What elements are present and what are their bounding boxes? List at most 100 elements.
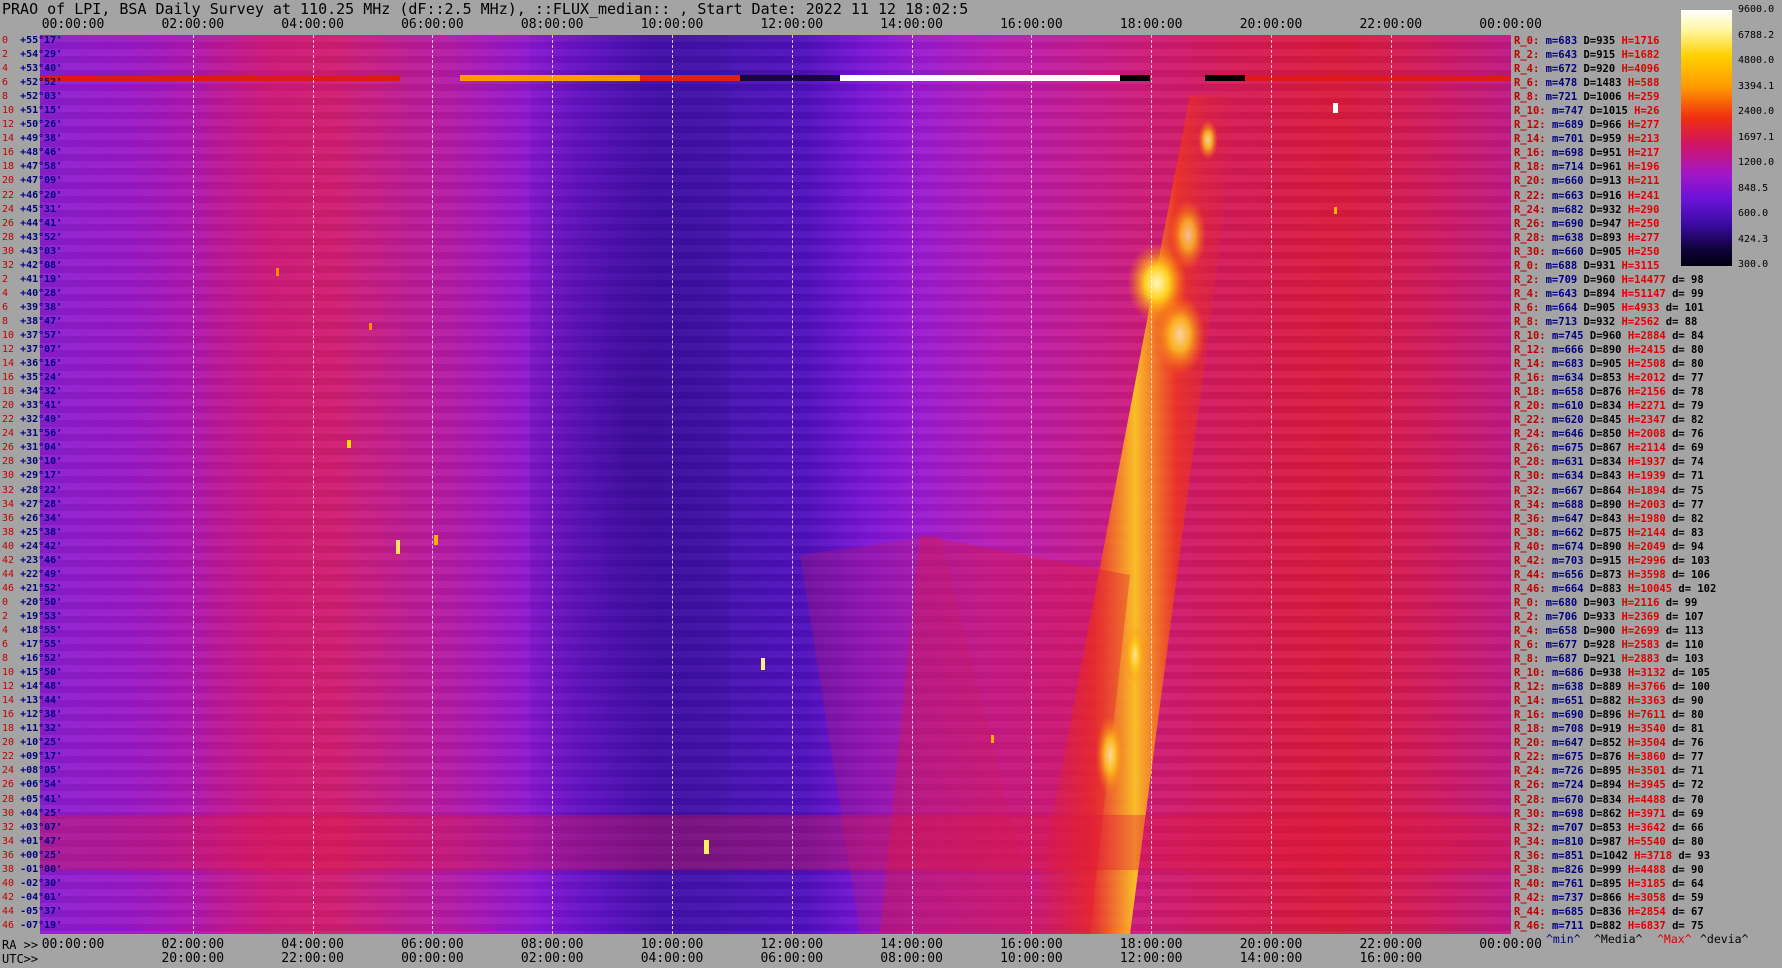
stats-m: m=685: [1551, 905, 1590, 918]
stats-r: R_10:: [1514, 667, 1552, 680]
declination-value: +11°32': [20, 723, 63, 735]
stats-m: m=610: [1551, 400, 1590, 413]
declination-row: 34 +01°47': [2, 836, 62, 847]
stats-row: R_14: m=701 D=959 H=213: [1514, 132, 1672, 146]
declination-row: 10 +15°50': [2, 667, 62, 678]
colorbar-tick: 3394.1: [1738, 80, 1775, 92]
stats-row: R_8: m=721 D=1006 H=259: [1514, 90, 1672, 104]
row-index: 34: [2, 835, 21, 847]
declination-row: 4 +18°55': [2, 625, 62, 636]
stats-row: R_26: m=690 D=947 H=250: [1514, 217, 1672, 231]
stats-h: H=250: [1627, 217, 1666, 230]
stats-h: H=250: [1627, 245, 1666, 258]
row-index: 10: [2, 329, 21, 341]
declination-value: +16°52': [20, 653, 63, 665]
ra-axis-label: RA >>: [2, 938, 39, 952]
stats-row: R_12: m=638 D=889 H=3766 d= 100: [1514, 680, 1716, 694]
stats-d: D=834: [1589, 400, 1628, 413]
stats-m: m=688: [1551, 498, 1590, 511]
stats-dv: d= 80: [1672, 344, 1711, 357]
stats-dv: d= 90: [1672, 695, 1711, 708]
declination-value: +43°52': [20, 231, 63, 243]
stats-d: D=999: [1589, 863, 1628, 876]
declination-value: +49°38': [20, 133, 63, 145]
declination-value: +27°28': [20, 498, 63, 510]
stats-r: R_12:: [1514, 681, 1552, 694]
row-index: 26: [2, 217, 21, 229]
stats-m: m=660: [1551, 175, 1590, 188]
spectrogram-plot[interactable]: [40, 35, 1511, 934]
stats-dv: [1666, 133, 1672, 145]
stats-h: H=2369: [1621, 610, 1666, 623]
declination-row: 8 +16°52': [2, 653, 62, 664]
stats-h: H=2008: [1627, 428, 1673, 441]
stats-dv: [1666, 105, 1672, 117]
row-index: 42: [2, 891, 21, 903]
declination-row: 42 -04°01': [2, 892, 62, 903]
ra-axis-tick: 00:00:00: [41, 937, 105, 952]
declination-value: +32°49': [20, 414, 63, 426]
stats-r: R_22:: [1514, 189, 1552, 202]
declination-value: +29°17': [20, 470, 63, 482]
stats-dv: d= 88: [1665, 315, 1704, 328]
stats-d: D=875: [1589, 526, 1628, 539]
stats-d: D=915: [1589, 554, 1628, 567]
stats-dv: d= 71: [1672, 765, 1711, 778]
stats-dv: [1666, 218, 1672, 230]
stats-dv: d= 71: [1672, 470, 1711, 483]
stats-dv: [1666, 147, 1672, 159]
declination-value: +23°46': [20, 554, 63, 566]
stats-m: m=688: [1545, 259, 1584, 272]
stats-d: D=1015: [1589, 105, 1635, 118]
ra-axis-tick: 08:00:00: [520, 937, 584, 952]
stats-h: H=26: [1634, 105, 1666, 118]
declination-row: 6 +17°55': [2, 639, 62, 650]
row-index: 30: [2, 245, 21, 257]
stats-r: R_4:: [1514, 624, 1546, 637]
declination-row: 44 -05°37': [2, 906, 62, 917]
declination-row: 8 +52°03': [2, 91, 62, 102]
stats-dv: d= 78: [1672, 386, 1711, 399]
utc-axis-label: UTC>>: [2, 952, 39, 966]
stats-dv: d= 103: [1672, 554, 1717, 567]
stats-m: m=698: [1551, 147, 1590, 160]
declination-row: 30 +04°25': [2, 808, 62, 819]
declination-value: +46°20': [20, 189, 63, 201]
row-index: 28: [2, 231, 21, 243]
stats-d: D=864: [1589, 484, 1628, 497]
stats-r: R_10:: [1514, 105, 1552, 118]
utc-axis-tick: 20:00:00: [161, 951, 225, 966]
declination-value: +37°07': [20, 344, 63, 356]
declination-row: 24 +31°56': [2, 428, 62, 439]
stats-h: H=259: [1627, 91, 1666, 104]
stats-dv: d= 69: [1672, 807, 1711, 820]
colorbar-tick: 4800.0: [1738, 55, 1775, 66]
declination-value: +52°03': [20, 91, 63, 103]
declination-value: +37°57': [20, 329, 63, 341]
stats-m: m=707: [1551, 821, 1590, 834]
stats-h: H=51147: [1621, 287, 1673, 300]
row-index: 44: [2, 905, 21, 917]
stats-r: R_20:: [1514, 400, 1552, 413]
declination-row: 6 +52°52': [2, 77, 62, 88]
stats-h: H=2156: [1627, 386, 1673, 399]
stats-row: R_4: m=643 D=894 H=51147 d= 99: [1514, 287, 1710, 301]
stats-r: R_18:: [1514, 723, 1552, 736]
stats-r: R_40:: [1514, 540, 1552, 553]
stats-dv: d= 72: [1672, 779, 1711, 792]
declination-row: 22 +46°20': [2, 190, 62, 201]
declination-value: +26°34': [20, 512, 63, 524]
declination-row: 24 +08°05': [2, 765, 62, 776]
stats-r: R_24:: [1514, 428, 1552, 441]
stats-h: H=3766: [1627, 681, 1673, 694]
declination-value: +44°41': [20, 217, 63, 229]
stats-h: H=2114: [1627, 442, 1673, 455]
stats-row: R_30: m=634 D=843 H=1939 d= 71: [1514, 469, 1710, 483]
stats-dv: [1666, 91, 1672, 103]
stats-row: R_22: m=620 D=845 H=2347 d= 82: [1514, 413, 1710, 427]
utc-axis-tick: 22:00:00: [281, 951, 344, 966]
declination-row: 22 +09°17': [2, 751, 62, 762]
stats-h: H=196: [1627, 161, 1666, 174]
stats-h: H=3115: [1621, 259, 1666, 272]
row-index: 14: [2, 695, 21, 707]
